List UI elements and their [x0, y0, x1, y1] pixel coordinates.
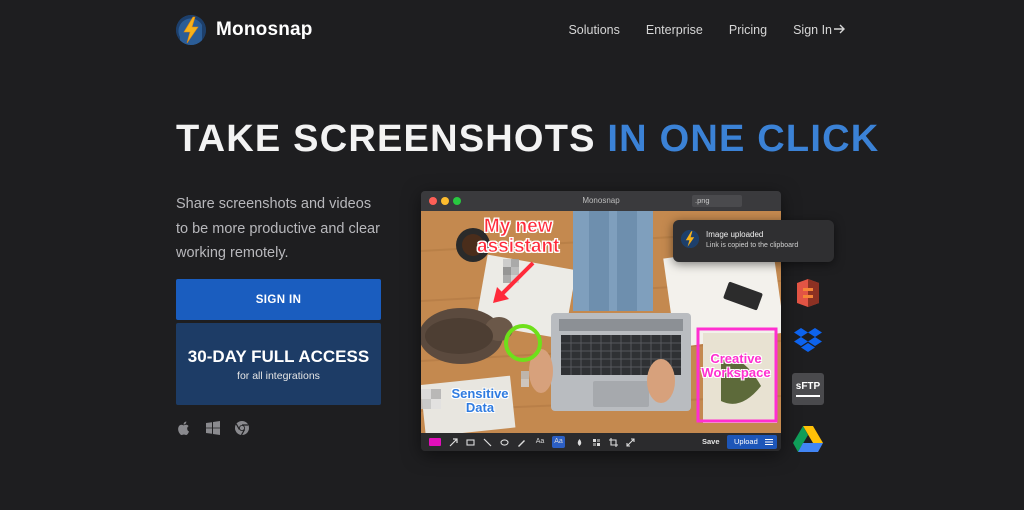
menu-icon[interactable]	[765, 435, 773, 451]
platform-icons	[176, 420, 250, 436]
brand-logo[interactable]: Monosnap	[176, 14, 313, 46]
crop-tool-icon[interactable]	[608, 437, 618, 447]
nav-solutions[interactable]: Solutions	[568, 23, 619, 37]
annotation-red-line-2: assistant	[477, 235, 560, 257]
arrow-tool-icon[interactable]	[448, 437, 458, 447]
pixelate-tool-icon[interactable]	[591, 437, 601, 447]
file-extension[interactable]: .png	[692, 195, 742, 207]
upload-button-label: Upload	[734, 437, 758, 446]
sign-in-button[interactable]: SIGN IN	[176, 279, 381, 320]
annotation-pink-label[interactable]: Creative Workspace	[696, 352, 776, 379]
lightning-bolt-icon	[176, 15, 206, 45]
annotation-red-label[interactable]: My new assistant	[477, 216, 560, 257]
trial-title: 30-DAY FULL ACCESS	[187, 346, 370, 366]
upload-button[interactable]: Upload	[727, 435, 777, 449]
window-titlebar: Monosnap .png	[421, 191, 781, 211]
line-tool-icon[interactable]	[482, 437, 492, 447]
google-drive-icon[interactable]	[792, 423, 824, 455]
hero-title-main: TAKE SCREENSHOTS	[176, 118, 596, 160]
sftp-divider	[796, 395, 820, 397]
nav-enterprise[interactable]: Enterprise	[646, 23, 703, 37]
pen-tool-icon[interactable]	[516, 437, 526, 447]
annotation-red-line-1: My new	[483, 216, 553, 237]
lightning-bolt-icon	[681, 230, 699, 248]
nav-sign-in-label: Sign In	[793, 22, 832, 37]
annotation-blue-label[interactable]: Sensitive Data	[445, 387, 515, 414]
hero-subtitle: Share screenshots and videos to be more …	[176, 196, 380, 261]
nav-pricing[interactable]: Pricing	[729, 23, 767, 37]
annotation-pink-line-2: Workspace	[701, 364, 771, 380]
blur-tool-icon[interactable]	[574, 437, 584, 447]
windows-icon[interactable]	[205, 420, 221, 436]
nav-sign-in[interactable]: Sign In	[793, 22, 846, 37]
color-swatch[interactable]	[429, 438, 441, 446]
rectangle-tool-icon[interactable]	[465, 437, 475, 447]
brand-name: Monosnap	[216, 19, 313, 40]
site-header: Monosnap Solutions Enterprise Pricing Si…	[0, 0, 1024, 62]
free-trial-button[interactable]: 30-DAY FULL ACCESS for all integrations	[176, 323, 381, 405]
trial-subtitle: for all integrations	[237, 369, 320, 382]
hero-title: TAKE SCREENSHOTS IN ONE CLICK	[176, 118, 879, 161]
text-tool-icon[interactable]: Aa	[535, 437, 545, 447]
dropbox-icon[interactable]	[792, 325, 824, 357]
text-highlight-tool-icon[interactable]: Aa	[552, 436, 565, 448]
save-button[interactable]: Save	[698, 436, 724, 448]
arrow-right-icon	[834, 22, 846, 37]
annotation-pink-line-1: Creative	[710, 351, 762, 366]
ellipse-tool-icon[interactable]	[499, 437, 509, 447]
upload-notification[interactable]: Image uploaded Link is copied to the cli…	[673, 220, 834, 262]
resize-tool-icon[interactable]	[625, 437, 635, 447]
amazon-s3-icon[interactable]	[792, 277, 824, 309]
annotation-blue-line-2: Data	[465, 399, 495, 415]
annotation-blue-line-1: Sensitive	[451, 386, 509, 401]
main-nav: Solutions Enterprise Pricing Sign In	[568, 22, 846, 37]
chrome-icon[interactable]	[234, 420, 250, 436]
hero-title-accent: IN ONE CLICK	[607, 118, 880, 160]
notification-title: Image uploaded	[706, 230, 764, 239]
sftp-icon[interactable]: sFTP	[792, 373, 824, 405]
notification-message: Link is copied to the clipboard	[706, 242, 799, 249]
sftp-label: sFTP	[795, 381, 821, 392]
editor-toolbar: Aa Aa Save Upload	[421, 433, 781, 451]
apple-icon[interactable]	[176, 420, 192, 436]
